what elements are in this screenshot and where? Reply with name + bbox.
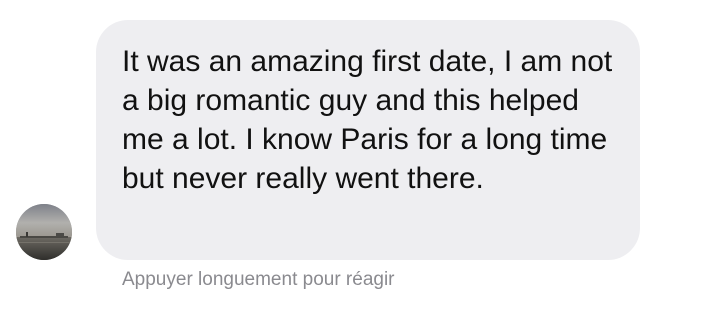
message-text: It was an amazing first date, I am not a… (122, 45, 613, 195)
sender-avatar[interactable] (16, 204, 72, 260)
profile-photo-icon (16, 204, 72, 260)
react-hint-text: Appuyer longuement pour réagir (122, 269, 395, 290)
message-row: It was an amazing first date, I am not a… (0, 0, 720, 310)
message-bubble[interactable]: It was an amazing first date, I am not a… (96, 20, 640, 260)
